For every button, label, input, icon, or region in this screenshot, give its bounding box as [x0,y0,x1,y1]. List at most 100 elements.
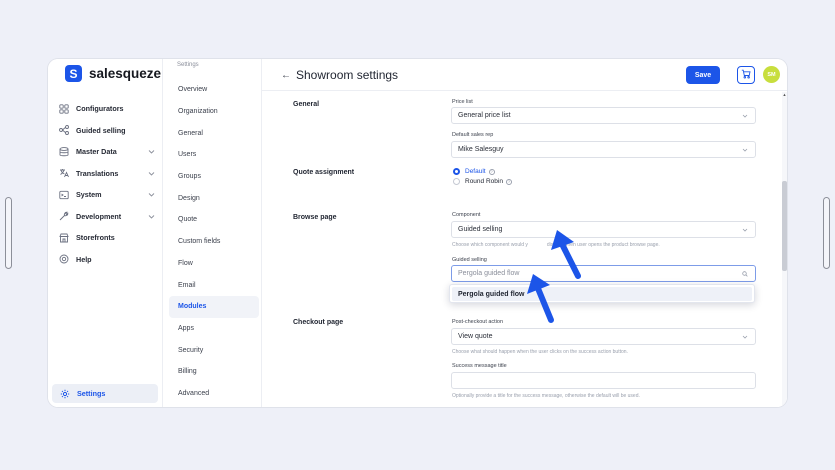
main-sidebar: S salesqueze Configurators Guided sellin… [48,59,163,407]
sidebar-item-master-data[interactable]: Master Data [48,141,163,163]
section-title-checkout-page: Checkout page [293,319,344,326]
brand-name: salesqueze [89,66,162,81]
save-button[interactable]: Save [686,66,720,84]
guided-selling-dropdown: Pergola guided flow [449,284,755,303]
component-label: Component [452,212,481,218]
subnav-item-apps[interactable]: Apps [169,318,259,340]
back-arrow-icon[interactable]: ← [281,70,291,81]
sidebar-item-development[interactable]: Development [48,206,163,228]
chevron-down-icon [148,213,155,220]
subnav-item-quote[interactable]: Quote [169,209,259,231]
radio-dot [453,178,460,185]
price-list-value: General price list [458,112,511,119]
chevron-down-icon [742,113,748,119]
subnav-item-users[interactable]: Users [169,144,259,166]
component-help-start: Choose which component would y [452,242,528,248]
sales-rep-value: Mike Salesguy [458,146,504,153]
sidebar-item-label: Master Data [76,147,117,157]
radio-default-label: Default [465,168,486,175]
sidebar-item-label: Guided selling [76,125,126,135]
subnav-item-overview[interactable]: Overview [169,79,259,101]
sidebar-item-guided-selling[interactable]: Guided selling [48,120,163,142]
chevron-down-icon [148,170,155,177]
subnav-item-general[interactable]: General [169,122,259,144]
sidebar-item-label: Development [76,211,122,221]
page-header: ← Showroom settings Save SM [262,59,787,91]
sidebar-item-configurators[interactable]: Configurators [48,98,163,120]
terminal-icon [59,190,69,200]
gear-icon [60,389,70,399]
subnav-item-organization[interactable]: Organization [169,101,259,123]
brand-logo: S [65,65,82,82]
subnav-item-billing[interactable]: Billing [169,361,259,383]
post-checkout-value: View quote [458,333,493,340]
post-checkout-label: Post-checkout action [452,319,504,325]
sales-rep-select[interactable]: Mike Salesguy [451,141,756,158]
settings-content: General Price list General price list De… [262,92,787,407]
sidebar-item-label: Storefronts [76,233,115,243]
sidebar-item-label: Settings [77,389,106,398]
sidebar-item-label: Help [76,254,92,264]
subnav-item-advanced[interactable]: Advanced [169,383,259,405]
component-value: Guided selling [458,226,503,233]
dropdown-option-pergola[interactable]: Pergola guided flow [452,287,752,301]
price-list-label: Price list [452,99,473,105]
grid-icon [59,104,69,114]
sidebar-item-label: Translations [76,168,119,178]
subnav-item-custom-fields[interactable]: Custom fields [169,231,259,253]
subnav-item-flow[interactable]: Flow [169,253,259,275]
subnav-item-modules[interactable]: Modules [169,295,259,318]
sidebar-item-system[interactable]: System [48,184,163,206]
scroll-up-arrow-icon[interactable]: ▲ [782,92,787,98]
search-icon [742,271,748,277]
section-title-quote-assignment: Quote assignment [293,169,355,176]
radio-round-robin-label: Round Robin [465,178,503,185]
subnav-item-groups[interactable]: Groups [169,166,259,188]
price-list-select[interactable]: General price list [451,107,756,124]
cart-icon [741,66,751,84]
guided-selling-label: Guided selling [452,257,487,263]
post-checkout-select[interactable]: View quote [451,328,756,345]
sales-rep-label: Default sales rep [452,132,494,138]
guided-selling-placeholder: Pergola guided flow [458,270,520,277]
subnav-heading: Settings [177,62,199,68]
post-checkout-help: Choose what should happen when the user … [452,349,628,355]
radio-round-robin[interactable]: Round Robin ? [453,178,512,185]
right-resize-handle[interactable] [823,197,830,269]
subnav-item-design[interactable]: Design [169,187,259,209]
sidebar-item-label: Configurators [76,104,124,114]
chevron-down-icon [148,148,155,155]
sidebar-item-storefronts[interactable]: Storefronts [48,227,163,249]
sidebar-item-settings[interactable]: Settings [52,384,158,403]
translate-icon [59,168,69,178]
flow-icon [59,125,69,136]
avatar[interactable]: SM [763,66,780,83]
subnav-item-security[interactable]: Security [169,339,259,361]
database-icon [59,146,69,157]
success-title-input[interactable] [451,372,756,389]
radio-dot [453,168,460,175]
main-panel: ← Showroom settings Save SM General Pric… [262,59,787,407]
chevron-down-icon [742,334,748,340]
wrench-icon [59,211,69,221]
radio-default[interactable]: Default ? [453,168,495,175]
info-icon: ? [505,178,512,185]
guided-selling-search[interactable]: Pergola guided flow [451,265,756,282]
chevron-down-icon [148,191,155,198]
section-title-general: General [293,101,320,108]
sidebar-nav: Configurators Guided selling Master Data [48,98,163,270]
cart-button[interactable] [737,66,755,84]
left-resize-handle[interactable] [5,197,12,269]
help-icon [59,254,69,264]
sidebar-item-help[interactable]: Help [48,249,163,271]
brand[interactable]: S salesqueze [65,65,161,82]
page-title: Showroom settings [296,68,399,82]
subnav-item-email[interactable]: Email [169,274,259,296]
sidebar-item-translations[interactable]: Translations [48,163,163,185]
chevron-down-icon [742,227,748,233]
store-icon [59,233,69,243]
scrollbar-thumb[interactable] [782,181,787,271]
chevron-down-icon [742,147,748,153]
section-title-browse-page: Browse page [293,214,337,221]
component-select[interactable]: Guided selling [451,221,756,238]
